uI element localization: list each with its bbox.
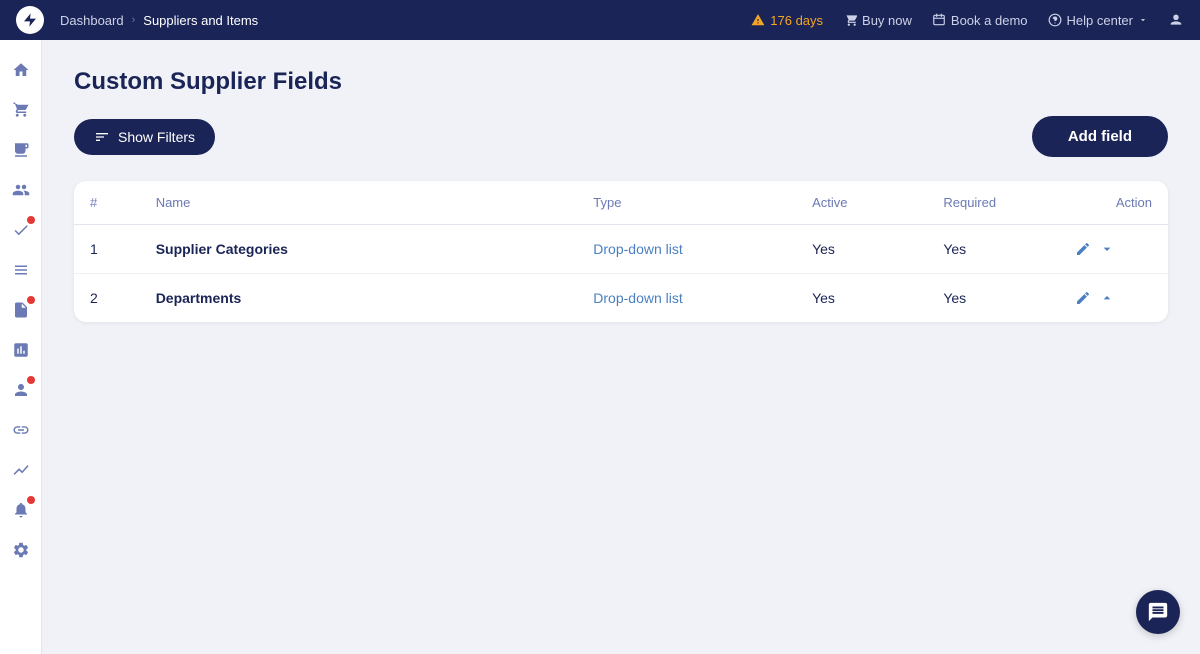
breadcrumb-current: Suppliers and Items (143, 13, 258, 28)
toolbar: Show Filters Add field (74, 116, 1168, 157)
sidebar (0, 40, 42, 654)
breadcrumb-separator: › (132, 14, 136, 26)
sidebar-item-suppliers[interactable] (3, 172, 39, 208)
edit-icon[interactable] (1075, 241, 1091, 257)
row-type: Drop-down list (577, 274, 796, 323)
edit-icon[interactable] (1075, 290, 1091, 306)
move-down-icon[interactable] (1099, 241, 1115, 257)
row-required: Yes (927, 225, 1058, 274)
table-body: 1 Supplier Categories Drop-down list Yes… (74, 225, 1168, 323)
sidebar-item-team[interactable] (3, 372, 39, 408)
user-avatar-icon[interactable] (1168, 12, 1184, 28)
row-type: Drop-down list (577, 225, 796, 274)
row-num: 2 (74, 274, 140, 323)
sidebar-item-analytics[interactable] (3, 452, 39, 488)
sidebar-item-settings[interactable] (3, 532, 39, 568)
sidebar-item-home[interactable] (3, 52, 39, 88)
row-name: Supplier Categories (140, 225, 578, 274)
row-required: Yes (927, 274, 1058, 323)
book-demo-link[interactable]: Book a demo (932, 13, 1028, 28)
sidebar-item-receive[interactable] (3, 132, 39, 168)
sidebar-item-tasks[interactable] (3, 212, 39, 248)
col-header-active: Active (796, 181, 927, 225)
fields-table-container: # Name Type Active Required Action 1 Sup… (74, 181, 1168, 322)
row-num: 1 (74, 225, 140, 274)
breadcrumb: Dashboard › Suppliers and Items (60, 13, 751, 28)
top-navbar: Dashboard › Suppliers and Items 176 days… (0, 0, 1200, 40)
chat-bubble-button[interactable] (1136, 590, 1180, 634)
buy-now-link[interactable]: Buy now (843, 13, 912, 28)
add-field-button[interactable]: Add field (1032, 116, 1168, 157)
col-header-action: Action (1059, 181, 1168, 225)
help-center-link[interactable]: Help center (1048, 13, 1148, 28)
sidebar-item-orders[interactable] (3, 92, 39, 128)
row-action (1059, 274, 1168, 323)
move-up-icon[interactable] (1099, 290, 1115, 306)
breadcrumb-home[interactable]: Dashboard (60, 13, 124, 28)
sidebar-item-reports[interactable] (3, 332, 39, 368)
row-active: Yes (796, 274, 927, 323)
main-content: Custom Supplier Fields Show Filters Add … (42, 40, 1200, 654)
page-title: Custom Supplier Fields (74, 68, 1168, 96)
col-header-num: # (74, 181, 140, 225)
sidebar-item-integrations[interactable] (3, 412, 39, 448)
sidebar-item-notifications[interactable] (3, 492, 39, 528)
main-layout: Custom Supplier Fields Show Filters Add … (0, 40, 1200, 654)
col-header-type: Type (577, 181, 796, 225)
sidebar-item-contracts[interactable] (3, 292, 39, 328)
table-row: 2 Departments Drop-down list Yes Yes (74, 274, 1168, 323)
col-header-name: Name (140, 181, 578, 225)
col-header-required: Required (927, 181, 1058, 225)
row-name: Departments (140, 274, 578, 323)
row-action (1059, 225, 1168, 274)
topnav-right: 176 days Buy now Book a demo Help center (751, 12, 1184, 28)
show-filters-button[interactable]: Show Filters (74, 119, 215, 155)
table-row: 1 Supplier Categories Drop-down list Yes… (74, 225, 1168, 274)
fields-table: # Name Type Active Required Action 1 Sup… (74, 181, 1168, 322)
trial-badge: 176 days (751, 13, 823, 28)
row-active: Yes (796, 225, 927, 274)
table-header-row: # Name Type Active Required Action (74, 181, 1168, 225)
sidebar-item-catalog[interactable] (3, 252, 39, 288)
app-logo[interactable] (16, 6, 44, 34)
